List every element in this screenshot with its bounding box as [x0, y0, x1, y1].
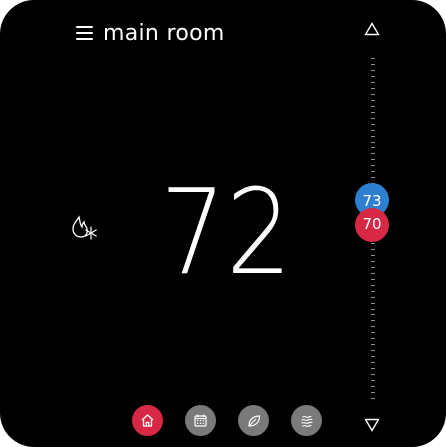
- nav-schedule-button[interactable]: [185, 405, 216, 436]
- triangle-down-icon[interactable]: [364, 418, 380, 432]
- scale-tick: [371, 141, 375, 143]
- scale-tick: [371, 326, 375, 328]
- scale-tick: [371, 344, 375, 346]
- room-title[interactable]: main room: [103, 21, 225, 46]
- scale-tick: [371, 105, 375, 107]
- scale-tick: [371, 260, 375, 262]
- scale-tick: [371, 69, 375, 71]
- scale-tick: [371, 392, 375, 394]
- scale-tick: [371, 386, 375, 388]
- scale-tick: [371, 266, 375, 268]
- scale-tick: [371, 117, 375, 119]
- scale-tick: [371, 123, 375, 125]
- scale-tick: [371, 290, 375, 292]
- scale-tick: [371, 368, 375, 370]
- scale-tick: [371, 398, 375, 399]
- scale-tick: [371, 320, 375, 322]
- scale-tick: [371, 272, 375, 274]
- scale-tick: [371, 314, 375, 316]
- scale-tick: [371, 254, 375, 256]
- waves-icon: [300, 415, 313, 427]
- scale-tick: [371, 380, 375, 382]
- leaf-icon: [247, 414, 260, 427]
- scale-tick: [371, 93, 375, 95]
- flame-snowflake-icon[interactable]: [70, 214, 98, 240]
- heat-setpoint-value: 70: [362, 215, 382, 233]
- home-icon: [141, 414, 154, 427]
- scale-tick: [371, 362, 375, 364]
- scale-tick: [371, 165, 375, 167]
- header: main room: [76, 18, 225, 48]
- scale-tick: [371, 278, 375, 280]
- scale-tick: [371, 350, 375, 352]
- scale-tick: [371, 147, 375, 149]
- nav-fan-button[interactable]: [291, 405, 322, 436]
- scale-tick: [371, 284, 375, 286]
- thermostat-screen: main room 73 70 72: [0, 0, 446, 447]
- scale-tick: [371, 81, 375, 83]
- scale-tick: [371, 153, 375, 155]
- scale-tick: [371, 75, 375, 77]
- scale-tick: [371, 129, 375, 131]
- scale-tick: [371, 296, 375, 298]
- scale-tick: [371, 248, 375, 250]
- scale-tick: [371, 332, 375, 334]
- scale-tick: [371, 338, 375, 340]
- nav-eco-button[interactable]: [238, 405, 269, 436]
- scale-tick: [371, 356, 375, 358]
- scale-tick: [371, 159, 375, 161]
- scale-tick: [371, 111, 375, 113]
- scale-tick: [371, 99, 375, 101]
- triangle-up-icon[interactable]: [364, 22, 380, 36]
- current-temperature-value: 72: [160, 176, 292, 276]
- scale-tick: [371, 308, 375, 310]
- heat-setpoint-handle[interactable]: 70: [355, 208, 389, 242]
- scale-tick: [371, 87, 375, 89]
- scale-tick: [371, 374, 375, 376]
- nav-home-button[interactable]: [132, 405, 163, 436]
- scale-tick: [371, 63, 375, 65]
- current-temperature: 72: [160, 176, 292, 276]
- scale-tick: [371, 171, 375, 173]
- scale-tick: [371, 242, 375, 244]
- calendar-icon: [194, 414, 207, 427]
- scale-tick: [371, 177, 375, 179]
- scale-tick: [371, 302, 375, 304]
- bottom-nav: [132, 405, 322, 436]
- hamburger-menu-icon[interactable]: [76, 26, 93, 40]
- scale-tick: [371, 135, 375, 137]
- scale-tick: [371, 58, 375, 59]
